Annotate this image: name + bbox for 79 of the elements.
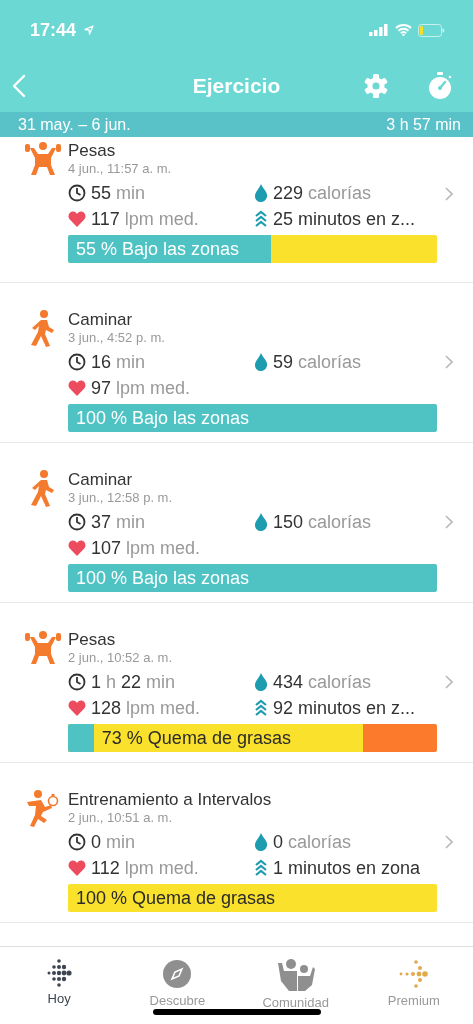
clock-icon: [68, 673, 86, 691]
stopwatch-icon[interactable]: [427, 72, 453, 100]
heart-icon: [68, 540, 86, 556]
workout-name: Caminar: [68, 310, 134, 330]
settings-icon[interactable]: [363, 73, 389, 99]
workout-date: 3 jun., 12:58 p. m.: [68, 490, 174, 506]
battery-icon: [418, 23, 445, 37]
zone-summary: 100 % Quema de grasas: [76, 888, 276, 909]
flame-icon: [254, 833, 268, 851]
heart-icon: [68, 211, 86, 227]
chevron-right-icon: [445, 515, 453, 529]
dots-arrow-icon: [397, 959, 430, 989]
wifi-icon: [395, 24, 412, 36]
duration-value: 16 min: [91, 351, 146, 373]
chevron-right-icon: [445, 835, 453, 849]
people-icon: [276, 959, 315, 991]
calories-value: 0 calorías: [273, 831, 352, 853]
heart-rate-value: 107 lpm med.: [91, 537, 201, 559]
signal-icon: [369, 24, 389, 36]
heart-rate-value: 128 lpm med.: [91, 697, 201, 719]
status-time: 17:44: [30, 19, 77, 41]
back-button[interactable]: [12, 74, 26, 98]
zone-minutes-value: 1 minutos en zona: [273, 857, 421, 879]
clock-icon: [68, 353, 86, 371]
page-title: Ejercicio: [192, 74, 281, 98]
workout-date: 2 jun., 10:52 a. m.: [68, 650, 174, 666]
workout-name: Caminar: [68, 470, 134, 490]
running-person-stopwatch-icon: [25, 790, 61, 828]
chevron-right-icon: [445, 355, 453, 369]
zone-summary: 100 % Bajo las zonas: [76, 408, 250, 429]
zone-chevrons-icon: [254, 699, 268, 717]
duration-value: 1 h 22 min: [91, 671, 176, 693]
zone-summary: 55 % Bajo las zonas: [76, 239, 240, 260]
flame-icon: [254, 673, 268, 691]
duration-value: 37 min: [91, 511, 146, 533]
zone-chevrons-icon: [254, 859, 268, 877]
heart-rate-value: 112 lpm med.: [91, 857, 199, 879]
workout-date: 4 jun., 11:57 a. m.: [68, 161, 173, 177]
workout-date: 2 jun., 10:51 a. m.: [68, 810, 174, 826]
chevron-right-icon: [445, 675, 453, 689]
heart-icon: [68, 380, 86, 396]
zone-summary: 100 % Bajo las zonas: [76, 568, 250, 589]
zone-chevrons-icon: [254, 210, 268, 228]
zone-minutes-value: 25 minutos en z...: [273, 208, 416, 230]
workout-row[interactable]: Pesas 2 jun., 10:52 a. m. 1 h 22 min 434 calorías 128 lpm med. 92 minutos en z... 73 % Quema de grasas: [0, 603, 473, 763]
workout-row[interactable]: Entrenamiento a Intervalos 2 jun., 10:51 a. m. 0 min 0 calorías 112 lpm med. 1 minutos en zona 100 % Quema de grasas: [0, 763, 473, 923]
zone-minutes-value: 92 minutos en z...: [273, 697, 416, 719]
heart-icon: [68, 860, 86, 876]
clock-icon: [68, 833, 86, 851]
workout-name: Pesas: [68, 141, 117, 161]
compass-icon: [162, 959, 193, 989]
zone-summary: 73 % Quema de grasas: [101, 728, 291, 749]
walking-person-icon: [29, 470, 57, 508]
calories-value: 150 calorías: [273, 511, 372, 533]
flame-icon: [254, 513, 268, 531]
workout-name: Pesas: [68, 630, 117, 650]
calories-value: 434 calorías: [273, 671, 372, 693]
calories-value: 59 calorías: [273, 351, 362, 373]
location-arrow-icon: [84, 25, 95, 35]
heart-rate-value: 97 lpm med.: [91, 377, 191, 399]
heart-rate-value: 117 lpm med.: [91, 208, 199, 230]
date-range: 31 may. – 6 jun.: [18, 115, 131, 134]
duration-value: 0 min: [91, 831, 136, 853]
tab-item[interactable]: Hoy: [4, 959, 115, 1024]
workout-row[interactable]: Caminar 3 jun., 4:52 p. m. 16 min 59 calorías 97 lpm med. 100 % Bajo las zonas: [0, 283, 473, 443]
workout-date: 3 jun., 4:52 p. m.: [68, 330, 166, 346]
walking-person-icon: [29, 310, 57, 348]
total-duration: 3 h 57 min: [386, 115, 461, 134]
workout-row[interactable]: Caminar 3 jun., 12:58 p. m. 37 min 150 calorías 107 lpm med. 100 % Bajo las zonas: [0, 443, 473, 603]
workout-row[interactable]: Pesas 4 jun., 11:57 a. m. 55 min 229 calorías 117 lpm med. 25 minutos en z... 55 % Bajo las zonas: [0, 137, 473, 283]
calories-value: 229 calorías: [273, 182, 372, 204]
chevron-right-icon: [445, 187, 453, 201]
workout-name: Entrenamiento a Intervalos: [68, 790, 273, 810]
duration-value: 55 min: [91, 182, 146, 204]
heart-icon: [68, 700, 86, 716]
clock-icon: [68, 184, 86, 202]
flame-icon: [254, 353, 268, 371]
flame-icon: [254, 184, 268, 202]
clock-icon: [68, 513, 86, 531]
